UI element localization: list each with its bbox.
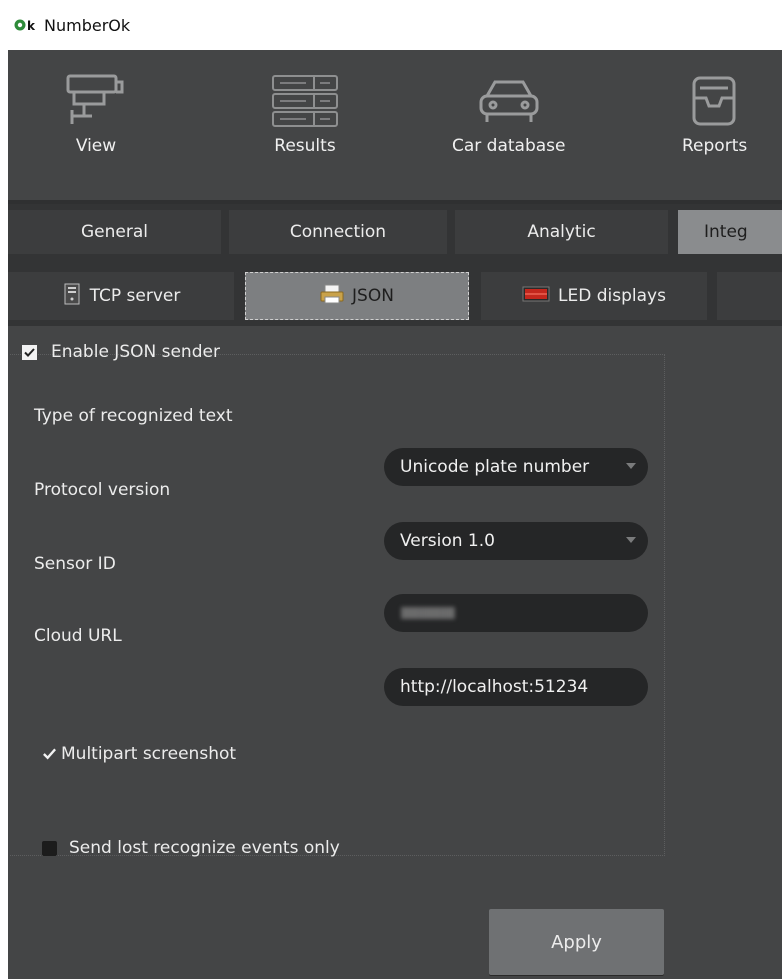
toolbar-results-label: Results [274,136,336,156]
subtab-led-displays[interactable]: LED displays [481,272,707,320]
camera-icon [64,72,128,130]
text-type-value: Unicode plate number [400,457,590,477]
subtab-tcp-server[interactable]: TCP server [8,272,234,320]
toolbar-results-button[interactable]: Results [270,72,340,156]
svg-text:k: k [27,19,36,33]
subtab-json[interactable]: JSON [245,272,469,320]
car-icon [473,72,545,130]
enable-json-sender-row[interactable]: Enable JSON sender [22,342,220,362]
integration-subtabs: TCP server JSON LED displays [8,260,782,326]
sensor-id-input[interactable]: llllllllllllllllllllll [384,594,648,632]
sensor-id-label: Sensor ID [34,554,116,574]
subtab-led-displays-label: LED displays [558,286,666,306]
protocol-version-select[interactable]: Version 1.0 [384,522,648,560]
subtab-more[interactable] [717,272,782,320]
toolbar-reports-label: Reports [682,136,748,156]
text-type-select[interactable]: Unicode plate number [384,448,648,486]
tray-icon [690,72,740,130]
subtab-json-label: JSON [352,286,394,306]
enable-json-sender-label: Enable JSON sender [51,342,220,362]
protocol-version-value: Version 1.0 [400,531,495,551]
tab-analytic[interactable]: Analytic [455,210,668,254]
toolbar-car-database-button[interactable]: Car database [452,72,566,156]
window-title: NumberOk [44,15,131,35]
cloud-url-label: Cloud URL [34,626,122,646]
settings-tabs: General Connection Analytic Integ [8,204,782,260]
plate-list-icon [270,72,340,130]
enable-json-sender-checkbox[interactable] [22,344,37,360]
cloud-url-input[interactable]: http://localhost:51234 [384,668,648,706]
apply-button-label: Apply [551,931,602,953]
tab-integration-label: Integ [704,222,748,242]
tab-general[interactable]: General [8,210,221,254]
sensor-id-value: llllllllllllllllllllll [400,603,456,623]
toolbar-view-label: View [75,136,117,156]
multipart-screenshot-label: Multipart screenshot [61,744,237,764]
text-type-label: Type of recognized text [34,406,233,426]
multipart-screenshot-row[interactable]: Multipart screenshot [42,744,236,764]
main-toolbar: View Results Car database Reports [8,50,782,200]
apply-button[interactable]: Apply [489,909,664,975]
chevron-down-icon [626,537,636,543]
json-icon [320,284,344,309]
send-lost-events-checkbox[interactable] [42,840,57,856]
json-settings-panel: Enable JSON sender Type of recognized te… [8,326,782,979]
multipart-screenshot-checkbox[interactable] [42,747,57,762]
send-lost-events-row[interactable]: Send lost recognize events only [42,838,340,858]
subtab-tcp-server-label: TCP server [89,286,181,306]
cloud-url-value: http://localhost:51234 [400,677,589,697]
send-lost-events-label: Send lost recognize events only [69,838,340,858]
led-display-icon [522,285,550,308]
title-bar: k NumberOk [0,0,782,50]
tab-integration[interactable]: Integ [678,210,782,254]
protocol-version-label: Protocol version [34,480,171,500]
main-window: View Results Car database Reports Genera… [8,50,782,979]
tab-general-label: General [81,222,148,242]
toolbar-reports-button[interactable]: Reports [682,72,747,156]
chevron-down-icon [626,463,636,469]
tab-connection-label: Connection [289,222,387,242]
server-icon [62,283,82,310]
toolbar-view-button[interactable]: View [64,72,128,156]
tab-analytic-label: Analytic [527,222,596,242]
numberok-logo-icon: k [14,15,40,35]
tab-connection[interactable]: Connection [229,210,447,254]
toolbar-car-database-label: Car database [452,136,566,156]
